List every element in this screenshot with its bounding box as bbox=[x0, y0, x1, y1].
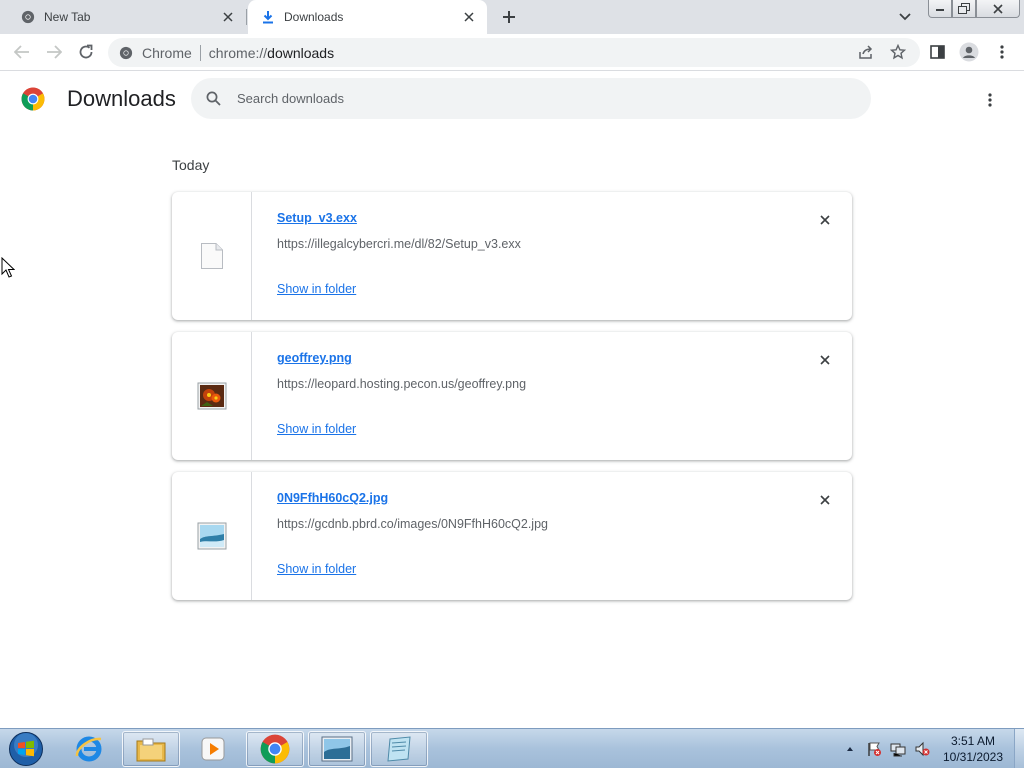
media-player-icon bbox=[201, 737, 225, 761]
new-tab-button[interactable] bbox=[498, 6, 520, 28]
file-icon-column bbox=[172, 332, 252, 460]
network-icon[interactable] bbox=[888, 729, 908, 768]
omnibox-divider bbox=[199, 44, 201, 61]
restore-button[interactable] bbox=[952, 0, 976, 18]
file-icon-column bbox=[172, 472, 252, 600]
remove-from-list-icon[interactable] bbox=[814, 349, 836, 371]
tab-search-chevron-icon[interactable] bbox=[894, 6, 916, 28]
tab-divider bbox=[246, 9, 247, 25]
download-item: Setup_v3.exx https://illegalcybercri.me/… bbox=[172, 192, 852, 320]
download-item: 0N9FfhH60cQ2.jpg https://gcdnb.pbrd.co/i… bbox=[172, 472, 852, 600]
forward-button[interactable] bbox=[42, 40, 66, 64]
minimize-button[interactable] bbox=[928, 0, 952, 18]
system-clock[interactable]: 3:51 AM 10/31/2023 bbox=[936, 733, 1010, 765]
chrome-site-icon bbox=[118, 45, 134, 61]
url-scheme: chrome:// bbox=[208, 44, 268, 61]
tab-downloads[interactable]: Downloads bbox=[248, 0, 487, 34]
page-title: Downloads bbox=[67, 86, 176, 111]
address-bar[interactable]: Chrome chrome://downloads bbox=[108, 38, 920, 67]
bookmark-star-icon[interactable] bbox=[886, 40, 910, 64]
notepad-icon bbox=[387, 736, 411, 762]
clock-time: 3:51 AM bbox=[950, 734, 996, 748]
file-source-url[interactable]: https://illegalcybercri.me/dl/82/Setup_v… bbox=[277, 237, 521, 251]
file-explorer-icon bbox=[136, 738, 166, 762]
mouse-pointer-icon bbox=[1, 257, 15, 278]
taskbar-media-player[interactable] bbox=[184, 731, 242, 767]
taskbar-image-viewer[interactable] bbox=[308, 731, 366, 767]
close-window-button[interactable] bbox=[976, 0, 1020, 18]
image-viewer-icon bbox=[321, 736, 353, 762]
search-downloads-box[interactable] bbox=[191, 78, 871, 119]
remove-from-list-icon[interactable] bbox=[814, 209, 836, 231]
internet-explorer-icon bbox=[75, 736, 102, 762]
downloads-header: Downloads bbox=[0, 72, 1024, 128]
show-in-folder-link[interactable]: Show in folder bbox=[277, 422, 356, 436]
search-icon bbox=[203, 89, 223, 109]
file-source-url[interactable]: https://gcdnb.pbrd.co/images/0N9FfhH60cQ… bbox=[277, 517, 548, 531]
site-chip: Chrome bbox=[142, 44, 192, 61]
reload-button[interactable] bbox=[74, 40, 98, 64]
browser-menu-icon[interactable] bbox=[990, 40, 1014, 64]
show-in-folder-link[interactable]: Show in folder bbox=[277, 282, 356, 296]
side-panel-icon[interactable] bbox=[925, 40, 949, 64]
share-icon[interactable] bbox=[854, 40, 878, 64]
file-name-link[interactable]: geoffrey.png bbox=[277, 351, 352, 365]
windows-taskbar: 3:51 AM 10/31/2023 bbox=[0, 728, 1024, 768]
date-group-heading: Today bbox=[172, 157, 210, 173]
close-tab-icon[interactable] bbox=[218, 7, 238, 27]
tab-new-tab[interactable]: New Tab bbox=[8, 0, 246, 34]
url-host: downloads bbox=[267, 44, 335, 61]
taskbar-file-explorer[interactable] bbox=[122, 731, 180, 767]
clock-date: 10/31/2023 bbox=[942, 750, 1004, 764]
volume-muted-icon[interactable] bbox=[912, 729, 932, 768]
profile-avatar-icon[interactable] bbox=[957, 40, 981, 64]
file-source-url[interactable]: https://leopard.hosting.pecon.us/geoffre… bbox=[277, 377, 526, 391]
taskbar-chrome[interactable] bbox=[246, 731, 304, 767]
file-name-link[interactable]: Setup_v3.exx bbox=[277, 211, 357, 225]
show-desktop-button[interactable] bbox=[1014, 729, 1024, 768]
chrome-icon bbox=[20, 9, 36, 25]
download-item: geoffrey.png https://leopard.hosting.pec… bbox=[172, 332, 852, 460]
show-in-folder-link[interactable]: Show in folder bbox=[277, 562, 356, 576]
file-icon-column bbox=[172, 192, 252, 320]
close-tab-icon[interactable] bbox=[459, 7, 479, 27]
tab-title: New Tab bbox=[44, 10, 91, 24]
taskbar-notepad[interactable] bbox=[370, 731, 428, 767]
action-center-flag-icon[interactable] bbox=[864, 729, 884, 768]
taskbar-internet-explorer[interactable] bbox=[60, 731, 118, 767]
image-file-icon bbox=[197, 522, 226, 550]
download-icon bbox=[260, 9, 276, 25]
file-name-link[interactable]: 0N9FfhH60cQ2.jpg bbox=[277, 491, 388, 505]
downloads-page: Downloads Today Setup_v3.exx https://ill… bbox=[0, 72, 1024, 728]
browser-toolbar: Chrome chrome://downloads bbox=[0, 34, 1024, 71]
start-button[interactable] bbox=[4, 730, 48, 768]
chrome-logo-icon bbox=[21, 87, 45, 111]
generic-file-icon bbox=[200, 243, 223, 269]
downloads-menu-icon[interactable] bbox=[978, 88, 1002, 112]
show-hidden-icons-button[interactable] bbox=[844, 729, 856, 768]
remove-from-list-icon[interactable] bbox=[814, 489, 836, 511]
back-button[interactable] bbox=[10, 40, 34, 64]
windows-start-orb-icon bbox=[9, 732, 43, 766]
tab-strip: New Tab Downloads bbox=[0, 0, 1024, 34]
image-file-icon bbox=[197, 382, 226, 410]
tab-title: Downloads bbox=[284, 10, 344, 24]
search-input[interactable] bbox=[237, 91, 797, 106]
chrome-icon bbox=[260, 734, 290, 764]
